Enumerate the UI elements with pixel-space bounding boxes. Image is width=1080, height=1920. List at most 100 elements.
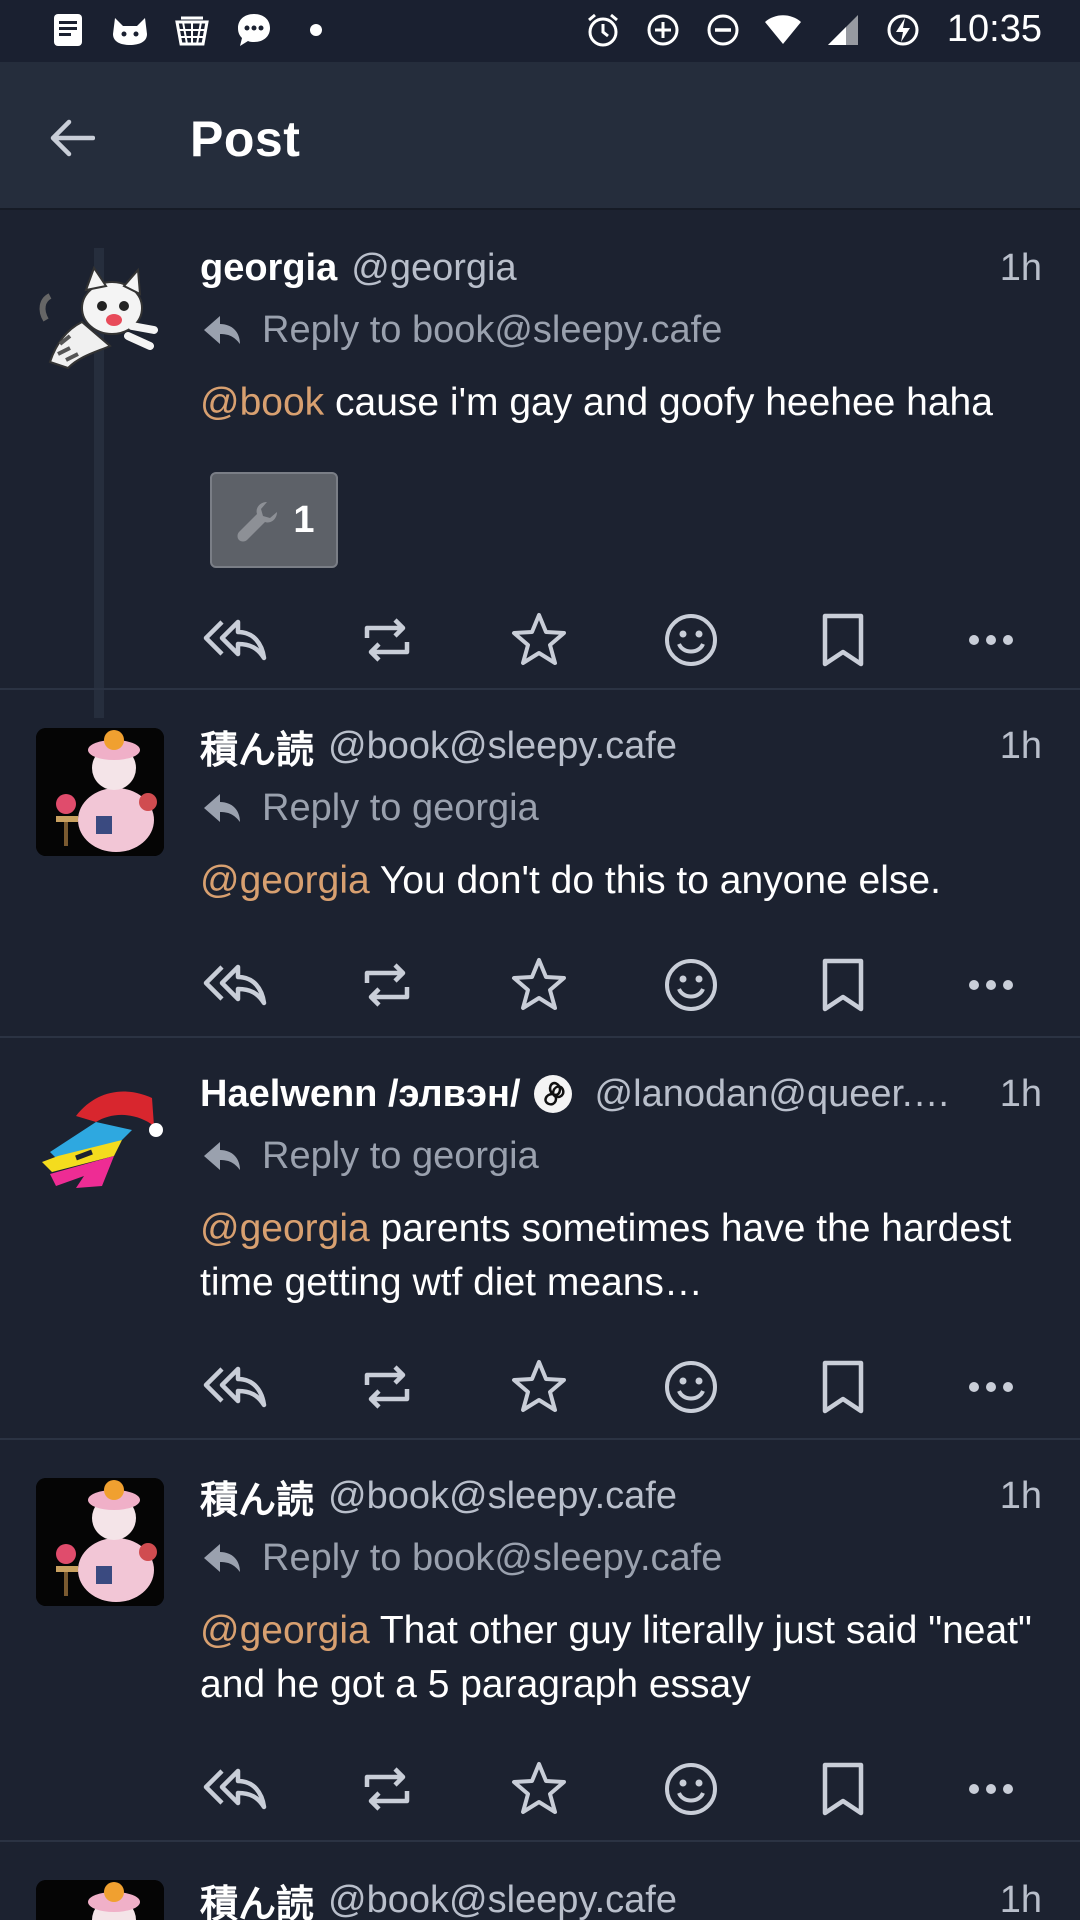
repost-icon[interactable] — [352, 1352, 422, 1422]
post-item[interactable]: georgia @georgia 1h Reply to book@sleepy… — [0, 210, 1080, 690]
post-text: cause i'm gay and goofy heehee haha — [324, 381, 993, 424]
timestamp: 1h — [999, 1072, 1042, 1115]
reply-to[interactable]: Reply to book@sleepy.cafe — [200, 304, 722, 356]
emoji-icon[interactable] — [656, 605, 726, 675]
handle: @lanodan@queer.… — [594, 1072, 951, 1115]
page-title: Post — [190, 111, 301, 167]
more-icon[interactable] — [956, 605, 1026, 675]
emoji-icon[interactable] — [656, 950, 726, 1020]
cat-icon — [110, 10, 150, 50]
star-icon[interactable] — [504, 1754, 574, 1824]
reply-all-icon[interactable] — [200, 1352, 270, 1422]
post-text: You don't do this to anyone else. — [369, 859, 941, 902]
star-icon[interactable] — [504, 950, 574, 1020]
action-bar — [200, 950, 1060, 1020]
arrow-back-icon[interactable] — [42, 108, 102, 168]
more-icon[interactable] — [956, 1352, 1026, 1422]
do-not-disturb-icon — [703, 10, 743, 50]
repost-icon[interactable] — [352, 605, 422, 675]
handle: @georgia — [351, 246, 517, 289]
emoji-icon[interactable] — [656, 1352, 726, 1422]
status-time: 10:35 — [946, 8, 1042, 50]
reply-to[interactable]: Reply to georgia — [200, 1130, 539, 1182]
reaction-count: 1 — [293, 498, 315, 541]
action-bar — [200, 1352, 1060, 1422]
handle: @book@sleepy.cafe — [328, 724, 677, 767]
post-header: georgia @georgia 1h — [200, 240, 1042, 296]
star-icon[interactable] — [504, 1352, 574, 1422]
app-bar: Post — [0, 62, 1080, 210]
post-header: Haelwenn /элвэн/ @lanodan@queer.… 1h — [200, 1066, 1042, 1122]
alarm-icon — [583, 10, 623, 50]
bookmark-icon[interactable] — [808, 950, 878, 1020]
reply-all-icon[interactable] — [200, 1754, 270, 1824]
handle: @book@sleepy.cafe — [328, 1474, 677, 1517]
data-saver-icon — [643, 10, 683, 50]
more-icon[interactable] — [956, 950, 1026, 1020]
star-icon[interactable] — [504, 605, 574, 675]
reply-to[interactable]: Reply to georgia — [200, 782, 539, 834]
post-content: @georgia That other guy literally just s… — [200, 1604, 1046, 1712]
wrench-icon — [237, 502, 278, 542]
reply-icon — [204, 794, 240, 822]
bookmark-icon[interactable] — [808, 1754, 878, 1824]
display-name[interactable]: 積ん読 — [200, 1873, 314, 1920]
reply-to-label: Reply to book@sleepy.cafe — [262, 1536, 723, 1579]
display-name[interactable]: Haelwenn /элвэн/ — [200, 1073, 521, 1116]
wifi-icon — [763, 10, 803, 50]
dot-icon — [296, 10, 336, 50]
status-bar: 10:35 — [0, 0, 1080, 62]
reply-to-label: Reply to book@sleepy.cafe — [262, 308, 723, 351]
post-item[interactable]: 積ん読 @book@sleepy.cafe 1h — [0, 1842, 1080, 1920]
reply-to-label: Reply to georgia — [262, 1134, 539, 1177]
action-bar — [200, 1754, 1060, 1824]
mention-link[interactable]: @georgia — [200, 1609, 370, 1652]
display-name[interactable]: 積ん読 — [200, 1469, 314, 1524]
reply-to-label: Reply to georgia — [262, 786, 539, 829]
timestamp: 1h — [999, 724, 1042, 767]
avatar[interactable] — [36, 1880, 164, 1920]
reply-icon — [204, 316, 240, 344]
timestamp: 1h — [999, 1878, 1042, 1920]
avatar[interactable] — [36, 260, 164, 388]
display-name[interactable]: georgia — [200, 247, 337, 290]
post-content: @georgia parents sometimes have the hard… — [200, 1202, 1046, 1310]
notes-icon — [48, 10, 88, 50]
emoji-icon[interactable] — [656, 1754, 726, 1824]
reply-all-icon[interactable] — [200, 605, 270, 675]
bookmark-icon[interactable] — [808, 1352, 878, 1422]
chat-bubble-icon — [234, 10, 274, 50]
mention-link[interactable]: @georgia — [200, 859, 370, 902]
battery-charging-icon — [883, 10, 923, 50]
more-icon[interactable] — [956, 1754, 1026, 1824]
post-header: 積ん読 @book@sleepy.cafe 1h — [200, 1468, 1042, 1524]
mention-link[interactable]: @book — [200, 381, 324, 424]
avatar[interactable] — [36, 1478, 164, 1606]
reply-all-icon[interactable] — [200, 950, 270, 1020]
avatar[interactable] — [36, 728, 164, 856]
signal-icon — [823, 10, 863, 50]
timestamp: 1h — [999, 246, 1042, 289]
bookmark-icon[interactable] — [808, 605, 878, 675]
post-content: @book cause i'm gay and goofy heehee hah… — [200, 376, 1046, 430]
repost-icon[interactable] — [352, 950, 422, 1020]
handle: @book@sleepy.cafe — [328, 1878, 677, 1920]
display-name[interactable]: 積ん読 — [200, 719, 314, 774]
reply-to[interactable]: Reply to book@sleepy.cafe — [200, 1532, 722, 1584]
post-item[interactable]: 積ん読 @book@sleepy.cafe 1h Reply to georgi… — [0, 690, 1080, 1038]
avatar[interactable] — [36, 1076, 164, 1204]
post-item[interactable]: Haelwenn /элвэн/ @lanodan@queer.… 1h Rep… — [0, 1038, 1080, 1440]
action-bar — [200, 605, 1060, 675]
reply-icon — [204, 1544, 240, 1572]
post-item[interactable]: 積ん読 @book@sleepy.cafe 1h Reply to book@s… — [0, 1440, 1080, 1842]
timestamp: 1h — [999, 1474, 1042, 1517]
reaction-chip[interactable]: 1 — [210, 472, 338, 568]
post-header: 積ん読 @book@sleepy.cafe 1h — [200, 1872, 1042, 1920]
reply-icon — [204, 1142, 240, 1170]
post-header: 積ん読 @book@sleepy.cafe 1h — [200, 718, 1042, 774]
hamper-icon — [172, 10, 212, 50]
triskelion-emoji-icon — [533, 1074, 573, 1114]
mention-link[interactable]: @georgia — [200, 1207, 370, 1250]
post-content: @georgia You don't do this to anyone els… — [200, 854, 1046, 908]
repost-icon[interactable] — [352, 1754, 422, 1824]
